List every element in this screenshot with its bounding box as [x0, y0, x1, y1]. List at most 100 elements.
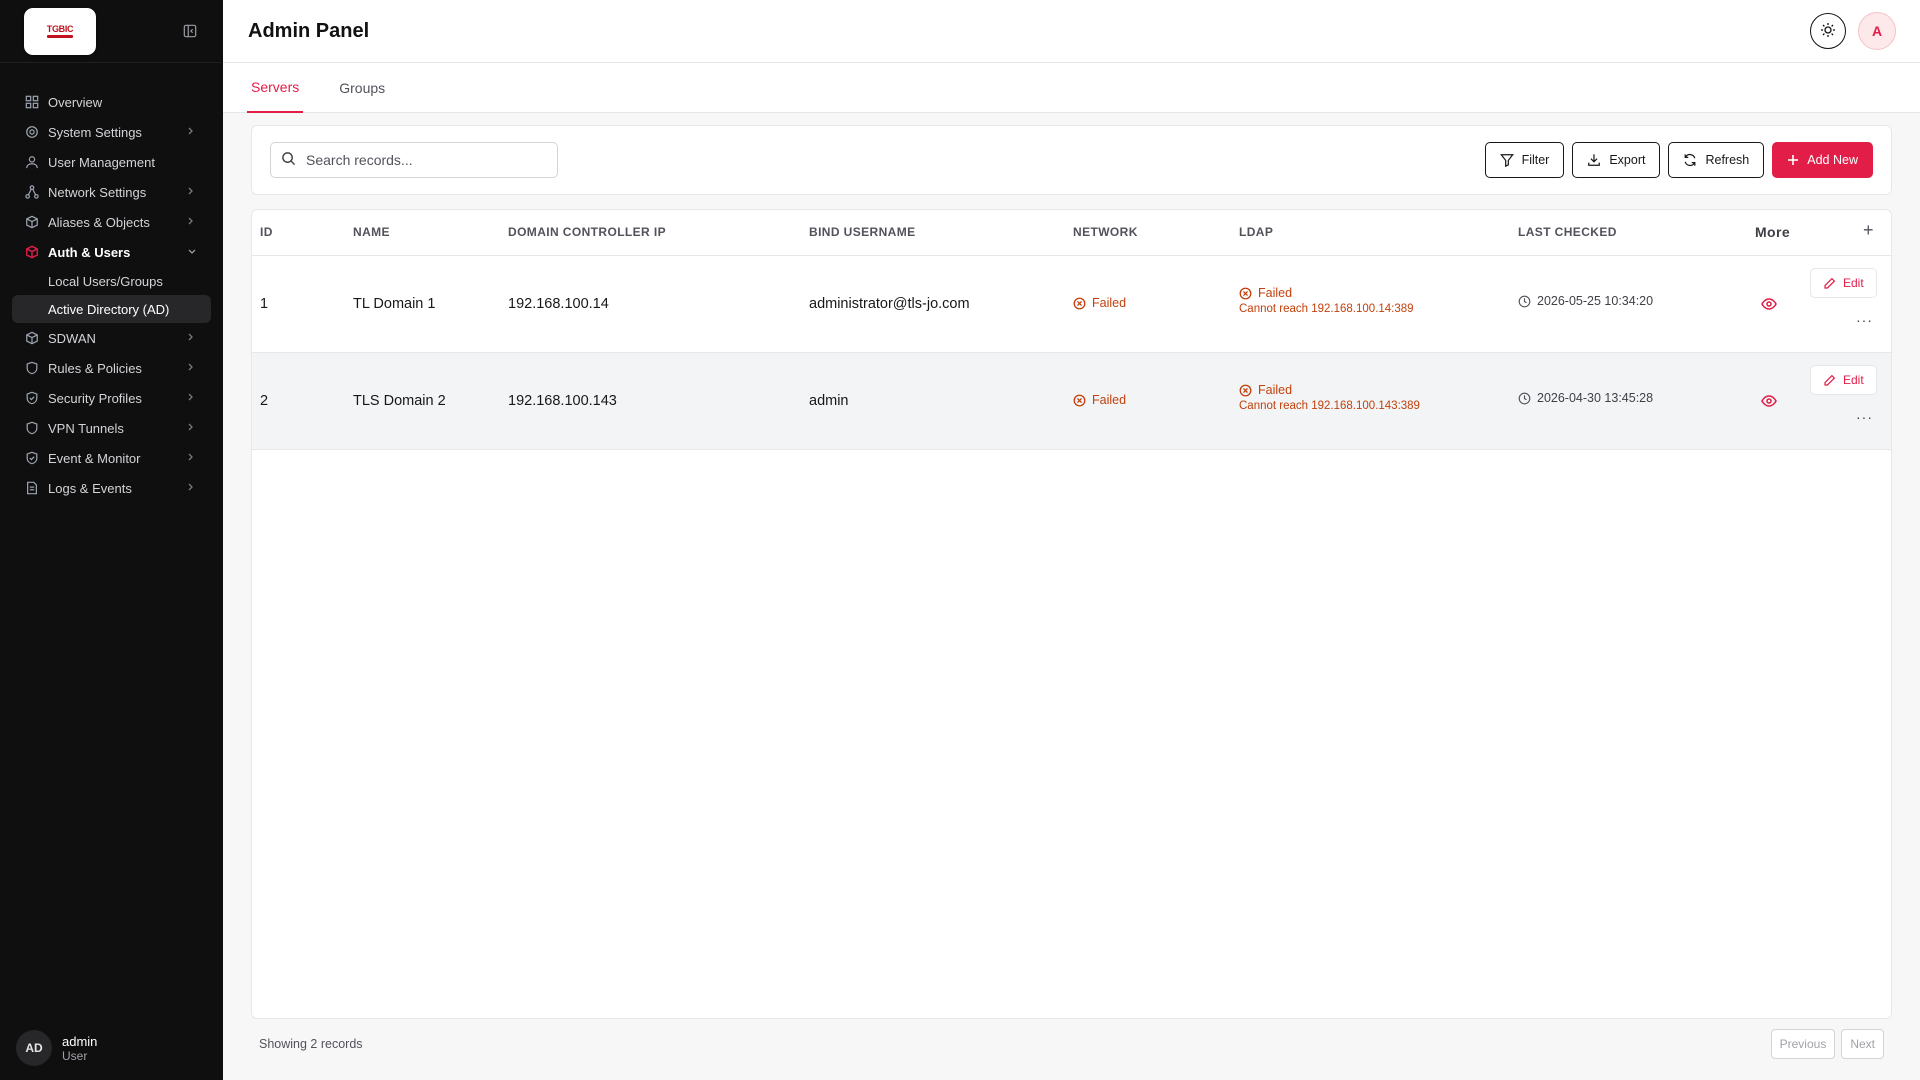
sidebar-item-label: Rules & Policies: [48, 360, 142, 376]
ldap-status: Failed Cannot reach 192.168.100.143:389: [1239, 383, 1420, 412]
next-page-button[interactable]: Next: [1841, 1029, 1884, 1059]
sidebar-item-vpn-tunnels[interactable]: VPN Tunnels: [0, 413, 223, 443]
brand-logo-bar: [47, 35, 73, 38]
edit-button[interactable]: Edit: [1810, 268, 1877, 298]
more-options-icon[interactable]: ···: [1856, 409, 1873, 425]
table-row[interactable]: 2 TLS Domain 2 192.168.100.143 admin Fai…: [252, 353, 1891, 450]
sidebar-item-aliases-objects[interactable]: Aliases & Objects: [0, 207, 223, 237]
sidebar-item-rules-policies[interactable]: Rules & Policies: [0, 353, 223, 383]
edit-button[interactable]: Edit: [1810, 365, 1877, 395]
last-checked-text: 2026-04-30 13:45:28: [1537, 391, 1654, 405]
sidebar-item-overview[interactable]: Overview: [0, 87, 223, 117]
pencil-icon: [1823, 277, 1836, 290]
column-header-id[interactable]: ID: [260, 225, 273, 239]
column-header-domain-controller-ip[interactable]: DOMAIN CONTROLLER IP: [508, 225, 666, 239]
table-header: ID NAME DOMAIN CONTROLLER IP BIND USERNA…: [252, 210, 1891, 256]
ldap-status: Failed Cannot reach 192.168.100.14:389: [1239, 286, 1414, 315]
export-button[interactable]: Export: [1572, 142, 1661, 178]
table-footer: Showing 2 records Previous Next: [223, 1019, 1920, 1069]
column-header-ldap[interactable]: LDAP: [1239, 225, 1273, 239]
column-header-last-checked[interactable]: LAST CHECKED: [1518, 225, 1617, 239]
sidebar-item-label: System Settings: [48, 124, 142, 140]
sidebar-subitem-active-directory[interactable]: Active Directory (AD): [12, 295, 211, 323]
column-header-bind-username[interactable]: BIND USERNAME: [809, 225, 916, 239]
sidebar-item-event-monitor[interactable]: Event & Monitor: [0, 443, 223, 473]
ldap-status-text: Failed: [1258, 286, 1293, 300]
search-icon: [281, 151, 296, 169]
network-status-badge: Failed: [1073, 393, 1126, 407]
sidebar-item-auth-users[interactable]: Auth & Users: [0, 237, 223, 267]
refresh-button-label: Refresh: [1705, 153, 1750, 167]
previous-page-button[interactable]: Previous: [1770, 1029, 1836, 1059]
cube-icon: [24, 330, 40, 346]
column-header-more[interactable]: More: [1755, 224, 1790, 240]
sidebar-item-sdwan[interactable]: SDWAN: [0, 323, 223, 353]
sidebar-item-system-settings[interactable]: System Settings: [0, 117, 223, 147]
shield-check-icon: [24, 390, 40, 406]
search-input[interactable]: [306, 152, 526, 168]
sidebar-item-logs-events[interactable]: Logs & Events: [0, 473, 223, 503]
chevron-right-icon: [187, 185, 197, 199]
sidebar-item-user-management[interactable]: User Management: [0, 147, 223, 177]
add-column-button[interactable]: +: [1863, 220, 1874, 241]
row-id: 1: [260, 296, 269, 312]
sidebar-user[interactable]: AD admin User: [16, 1030, 97, 1066]
gear-icon: [24, 124, 40, 140]
filter-button[interactable]: Filter: [1484, 142, 1565, 178]
chevron-right-icon: [187, 451, 197, 465]
avatar: AD: [16, 1030, 52, 1066]
edit-button-label: Edit: [1843, 373, 1864, 387]
add-new-button[interactable]: Add New: [1772, 142, 1873, 178]
shield-check-icon: [24, 450, 40, 466]
export-button-label: Export: [1609, 153, 1646, 167]
pagination: Previous Next: [1770, 1029, 1884, 1059]
chevron-right-icon: [187, 125, 197, 139]
sidebar-user-role: User: [62, 1048, 88, 1063]
row-domain-controller-ip: 192.168.100.143: [508, 393, 617, 409]
filter-button-label: Filter: [1521, 153, 1550, 167]
tab-bar: Servers Groups: [223, 63, 1920, 113]
filter-icon: [1499, 153, 1514, 167]
sidebar-item-label: Overview: [48, 94, 103, 110]
eye-icon[interactable]: [1761, 393, 1777, 413]
column-header-name[interactable]: NAME: [353, 225, 390, 239]
row-id: 2: [260, 393, 269, 409]
ldap-status-text: Failed: [1258, 383, 1293, 397]
theme-toggle-button[interactable]: [1810, 13, 1846, 49]
sidebar-item-label: Network Settings: [48, 184, 147, 200]
sidebar-item-security-profiles[interactable]: Security Profiles: [0, 383, 223, 413]
cube-icon: [24, 244, 40, 260]
eye-icon[interactable]: [1761, 296, 1777, 316]
chevron-down-icon: [187, 245, 197, 259]
brand-logo[interactable]: TGBIC: [24, 7, 96, 55]
user-avatar-button[interactable]: A: [1858, 12, 1896, 50]
refresh-icon: [1683, 153, 1697, 167]
document-icon: [24, 480, 40, 496]
column-header-network[interactable]: NETWORK: [1073, 225, 1138, 239]
sidebar-subitem-label: Active Directory (AD): [48, 301, 170, 317]
chevron-right-icon: [187, 391, 197, 405]
sidebar-item-label: Security Profiles: [48, 390, 142, 406]
row-bind-username: admin: [809, 393, 849, 409]
sun-icon: [1820, 22, 1836, 41]
x-circle-icon: [1073, 297, 1086, 310]
header-actions: A: [1810, 12, 1896, 50]
sidebar-item-network-settings[interactable]: Network Settings: [0, 177, 223, 207]
refresh-button[interactable]: Refresh: [1668, 142, 1765, 178]
cube-icon: [24, 214, 40, 230]
more-options-icon[interactable]: ···: [1856, 312, 1873, 328]
sidebar-collapse-icon[interactable]: [181, 22, 199, 40]
x-circle-icon: [1239, 384, 1252, 397]
tab-servers[interactable]: Servers: [247, 63, 304, 113]
x-circle-icon: [1239, 287, 1252, 300]
table-row[interactable]: 1 TL Domain 1 192.168.100.14 administrat…: [252, 256, 1891, 353]
add-new-button-label: Add New: [1807, 153, 1858, 167]
sidebar-subitem-local-users-groups[interactable]: Local Users/Groups: [0, 267, 223, 295]
network-status-badge: Failed: [1073, 296, 1126, 310]
sidebar-item-label: Event & Monitor: [48, 450, 141, 466]
main-area: Admin Panel A Servers Groups Search reco…: [223, 0, 1920, 1080]
tab-groups[interactable]: Groups: [335, 63, 389, 113]
last-checked-text: 2026-05-25 10:34:20: [1537, 294, 1654, 308]
chevron-right-icon: [187, 421, 197, 435]
search-box[interactable]: [270, 142, 558, 178]
